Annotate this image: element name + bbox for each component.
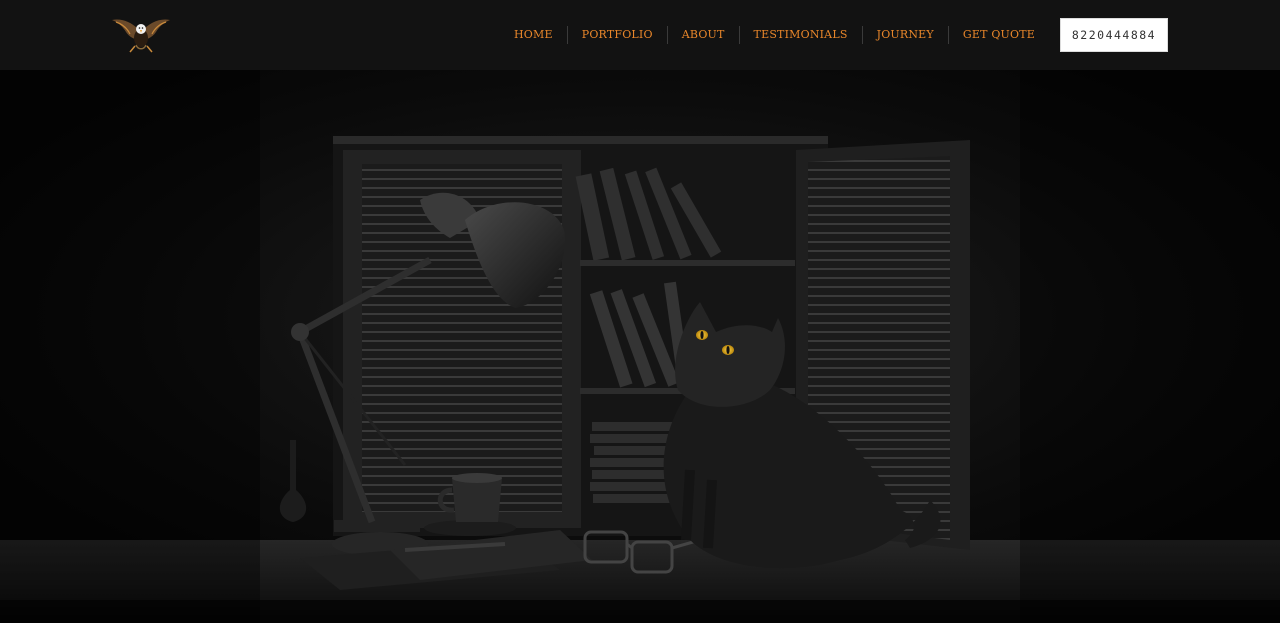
- nav-get-quote-link[interactable]: GET QUOTE: [947, 26, 1049, 44]
- phone-number-button[interactable]: 8220444884: [1060, 18, 1168, 52]
- nav-journey-link[interactable]: JOURNEY: [861, 26, 948, 44]
- nav-testimonials-link[interactable]: TESTIMONIALS: [738, 26, 862, 44]
- main-nav: HOME PORTFOLIO ABOUT TESTIMONIALS JOURNE…: [500, 26, 1049, 44]
- top-navbar: HOME PORTFOLIO ABOUT TESTIMONIALS JOURNE…: [0, 0, 1280, 70]
- nav-home-link[interactable]: HOME: [500, 26, 567, 44]
- eagle-logo-icon[interactable]: [110, 14, 172, 54]
- nav-portfolio-link[interactable]: PORTFOLIO: [566, 26, 667, 44]
- hero-image: [0, 70, 1280, 623]
- nav-about-link[interactable]: ABOUT: [666, 26, 739, 44]
